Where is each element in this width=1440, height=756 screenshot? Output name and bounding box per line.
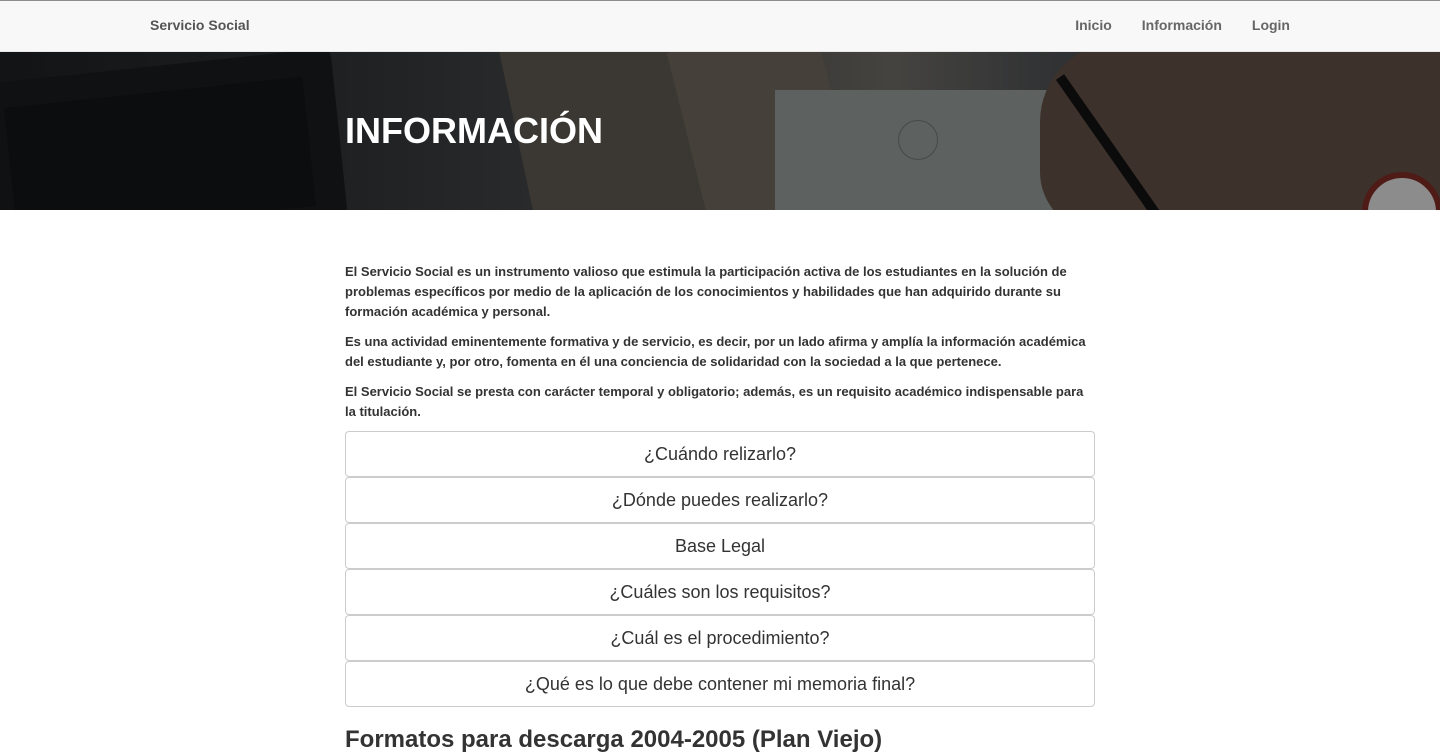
- top-navbar: Servicio Social Inicio Información Login: [0, 0, 1440, 52]
- faq-accordion: ¿Cuándo relizarlo? ¿Dónde puedes realiza…: [345, 431, 1095, 707]
- faq-button-cuando[interactable]: ¿Cuándo relizarlo?: [345, 431, 1095, 477]
- nav-link-informacion[interactable]: Información: [1142, 17, 1222, 33]
- faq-button-base-legal[interactable]: Base Legal: [345, 523, 1095, 569]
- downloads-section-title: Formatos para descarga 2004-2005 (Plan V…: [345, 726, 883, 753]
- faq-button-requisitos[interactable]: ¿Cuáles son los requisitos?: [345, 569, 1095, 615]
- intro-paragraph: Es una actividad eminentemente formativa…: [345, 334, 1086, 369]
- faq-button-donde[interactable]: ¿Dónde puedes realizarlo?: [345, 477, 1095, 523]
- nav-link-login[interactable]: Login: [1252, 17, 1290, 33]
- hero-banner: INFORMACIÓN: [0, 52, 1440, 210]
- intro-paragraph: El Servicio Social se presta con carácte…: [345, 384, 1084, 419]
- nav-link-inicio[interactable]: Inicio: [1075, 17, 1112, 33]
- faq-button-procedimiento[interactable]: ¿Cuál es el procedimiento?: [345, 615, 1095, 661]
- faq-button-memoria-final[interactable]: ¿Qué es lo que debe contener mi memoria …: [345, 661, 1095, 707]
- nav-links: Inicio Información Login: [1075, 17, 1290, 33]
- intro-paragraph: El Servicio Social es un instrumento val…: [345, 264, 1067, 319]
- brand-link[interactable]: Servicio Social: [150, 17, 250, 33]
- page-title: INFORMACIÓN: [345, 110, 603, 151]
- intro-text: El Servicio Social es un instrumento val…: [345, 262, 1095, 432]
- hero-overlay: [0, 52, 1440, 210]
